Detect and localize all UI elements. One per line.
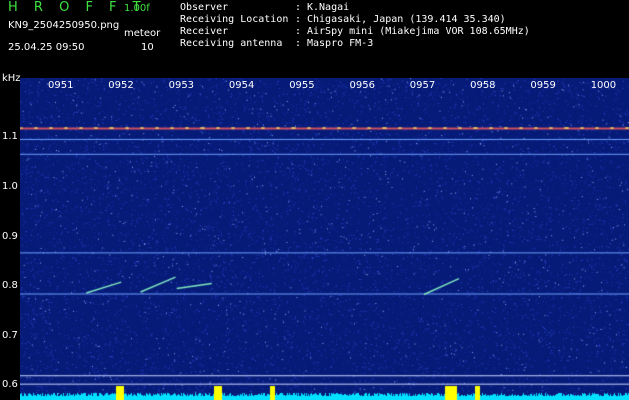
x-tick-label: 0955 bbox=[289, 80, 315, 91]
y-tick-label: 0.7 bbox=[2, 329, 18, 341]
meta-key-observer: Observer bbox=[180, 2, 229, 13]
x-tick-label: 0953 bbox=[168, 80, 195, 91]
x-tick-label: 0954 bbox=[228, 80, 255, 91]
meta-key-location: Receiving Location bbox=[180, 14, 289, 25]
y-tick-label: 1.1 bbox=[2, 131, 18, 143]
y-tick-label: 0.8 bbox=[2, 280, 18, 292]
meteor-count: 10 bbox=[141, 42, 154, 53]
meta-sep: : bbox=[295, 2, 302, 13]
meta-sep: : bbox=[295, 14, 302, 25]
meteor-label: meteor bbox=[124, 28, 161, 39]
spectrogram bbox=[20, 78, 629, 400]
filename-label: KN9_2504250950.png bbox=[8, 20, 120, 31]
y-tick-label: 1.0 bbox=[2, 180, 18, 192]
meta-value-antenna: Maspro FM-3 bbox=[307, 38, 374, 49]
meta-sep: : bbox=[295, 26, 302, 37]
x-tick-label: 0952 bbox=[108, 80, 134, 91]
x-tick-label: 1000 bbox=[590, 80, 617, 91]
x-tick-label: 0959 bbox=[530, 80, 556, 91]
meta-value-location: Chigasaki, Japan (139.414 35.340) bbox=[307, 14, 506, 25]
y-axis-unit: kHz bbox=[2, 73, 21, 84]
meta-sep: : bbox=[295, 38, 302, 49]
x-tick-label: 0951 bbox=[48, 80, 74, 91]
datetime-label: 25.04.25 09:50 bbox=[8, 42, 85, 53]
y-tick-label: 0.9 bbox=[2, 230, 18, 242]
meta-key-antenna: Receiving antenna bbox=[180, 38, 283, 49]
version-label: 1.00f bbox=[124, 3, 150, 14]
x-tick-label: 0958 bbox=[470, 80, 496, 91]
y-tick-label: 0.6 bbox=[2, 379, 18, 391]
x-tick-label: 0957 bbox=[409, 80, 436, 91]
x-tick-label: 0956 bbox=[349, 80, 375, 91]
meta-value-receiver: AirSpy mini (Miakejima VOR 108.65MHz) bbox=[307, 26, 530, 37]
spectrogram-canvas bbox=[20, 78, 629, 400]
meta-key-receiver: Receiver bbox=[180, 26, 229, 37]
meta-value-observer: K.Nagai bbox=[307, 2, 350, 13]
